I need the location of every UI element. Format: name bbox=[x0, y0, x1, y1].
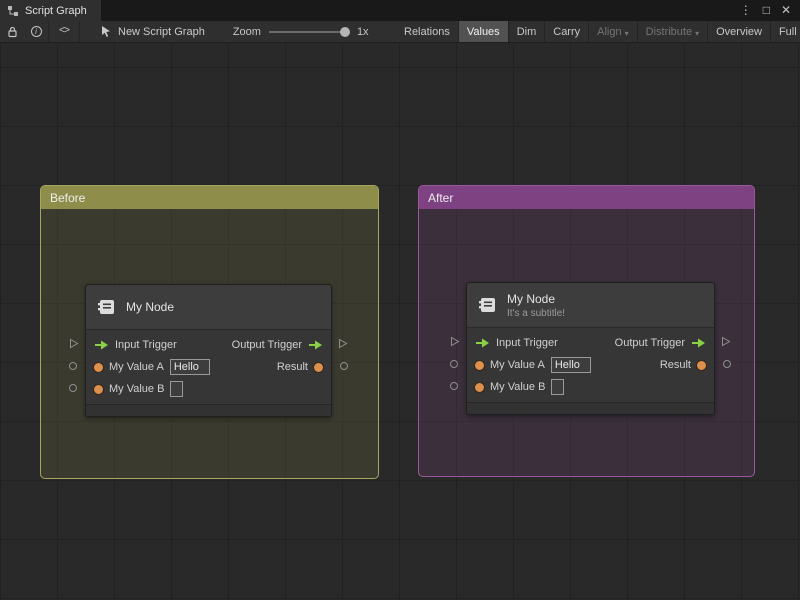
chevron-down-icon: ▾ bbox=[695, 28, 700, 38]
group-after-header[interactable]: After bbox=[419, 186, 754, 209]
value-port-icon[interactable] bbox=[94, 362, 103, 372]
external-value-port-right[interactable] bbox=[340, 362, 348, 370]
tab-bar: Script Graph ⋮ □ ✕ bbox=[0, 0, 800, 21]
port-row: My Value B bbox=[467, 376, 714, 398]
node-title: My Node bbox=[126, 300, 175, 314]
external-value-port-left[interactable] bbox=[69, 384, 77, 392]
node-footer bbox=[467, 402, 714, 414]
value-b-input[interactable] bbox=[170, 381, 184, 397]
port-label-output-trigger: Output Trigger bbox=[231, 339, 302, 351]
zoom-label: Zoom bbox=[232, 25, 261, 38]
node-subtitle: It's a subtitle! bbox=[507, 307, 566, 319]
tab-title: Script Graph bbox=[25, 4, 87, 17]
flow-out-arrow-icon[interactable] bbox=[691, 338, 706, 348]
node-my-node-after[interactable]: My Node It's a subtitle! Input Trigger O… bbox=[450, 282, 731, 415]
flow-out-arrow-icon[interactable] bbox=[308, 340, 323, 350]
value-a-input[interactable] bbox=[550, 357, 591, 373]
value-port-icon[interactable] bbox=[697, 360, 706, 370]
port-label-input-trigger: Input Trigger bbox=[115, 339, 177, 351]
external-trigger-port-right[interactable] bbox=[721, 336, 731, 347]
value-port-icon[interactable] bbox=[475, 360, 484, 370]
graph-canvas[interactable]: Before After My Node Input Trigger Outpu… bbox=[0, 43, 800, 600]
node-header[interactable]: My Node It's a subtitle! bbox=[467, 283, 714, 328]
external-value-port-left[interactable] bbox=[450, 360, 458, 368]
window-maximize-icon[interactable]: □ bbox=[763, 0, 770, 21]
lock-icon bbox=[7, 26, 17, 37]
group-before-header[interactable]: Before bbox=[41, 186, 378, 209]
window-close-icon[interactable]: ✕ bbox=[781, 0, 791, 21]
distribute-label: Distribute bbox=[645, 26, 693, 38]
flow-in-arrow-icon[interactable] bbox=[475, 338, 490, 348]
window-controls: ⋮ □ ✕ bbox=[740, 0, 800, 21]
external-value-port-right[interactable] bbox=[723, 360, 731, 368]
external-trigger-port-right[interactable] bbox=[338, 338, 348, 349]
port-row: Input Trigger Output Trigger bbox=[86, 334, 331, 356]
graph-selector[interactable]: New Script Graph bbox=[100, 25, 205, 38]
dim-button[interactable]: Dim bbox=[508, 21, 546, 42]
tab-script-graph[interactable]: Script Graph bbox=[0, 0, 101, 21]
align-label: Align bbox=[597, 26, 622, 38]
port-label-value-a: My Value A bbox=[490, 359, 545, 371]
group-after-title: After bbox=[428, 190, 454, 205]
zoom-value: 1x bbox=[356, 25, 369, 38]
value-b-input[interactable] bbox=[551, 379, 565, 395]
flow-in-arrow-icon[interactable] bbox=[94, 340, 109, 350]
values-button[interactable]: Values bbox=[458, 21, 509, 42]
port-label-output-trigger: Output Trigger bbox=[614, 337, 685, 349]
port-label-value-a: My Value A bbox=[109, 361, 164, 373]
value-port-icon[interactable] bbox=[475, 382, 484, 392]
port-row: My Value A Result bbox=[467, 354, 714, 376]
external-trigger-port-left[interactable] bbox=[450, 336, 460, 347]
distribute-button[interactable]: Distribute ▾ bbox=[637, 21, 709, 42]
node-header[interactable]: My Node bbox=[86, 285, 331, 330]
relations-button[interactable]: Relations bbox=[396, 21, 459, 42]
code-view-button[interactable]: <> bbox=[49, 21, 79, 42]
node-body: Input Trigger Output Trigger My Value A bbox=[86, 330, 331, 404]
lock-button[interactable] bbox=[0, 21, 24, 42]
info-button[interactable]: i bbox=[24, 21, 48, 42]
external-value-port-left[interactable] bbox=[69, 362, 77, 370]
graph-toolbar: i <> New Script Graph Zoom 1x Relations … bbox=[0, 21, 800, 43]
align-button[interactable]: Align ▾ bbox=[589, 21, 638, 42]
zoom-slider-handle[interactable] bbox=[339, 26, 350, 37]
unit-icon bbox=[479, 298, 495, 312]
carry-button[interactable]: Carry bbox=[545, 21, 590, 42]
chevron-down-icon: ▾ bbox=[624, 28, 629, 38]
toolbar-buttons: Relations Values Dim Carry Align ▾ Distr… bbox=[396, 21, 800, 42]
port-label-input-trigger: Input Trigger bbox=[496, 337, 558, 349]
port-label-value-b: My Value B bbox=[490, 381, 546, 393]
window-menu-icon[interactable]: ⋮ bbox=[740, 0, 752, 21]
overview-button[interactable]: Overview bbox=[708, 21, 771, 42]
graph-name: New Script Graph bbox=[118, 25, 205, 38]
node-footer bbox=[86, 404, 331, 416]
port-label-result: Result bbox=[276, 361, 308, 373]
port-label-result: Result bbox=[659, 359, 691, 371]
port-row: My Value A Result bbox=[86, 356, 331, 378]
value-a-input[interactable] bbox=[169, 359, 210, 375]
port-label-value-b: My Value B bbox=[109, 383, 165, 395]
external-trigger-port-left[interactable] bbox=[69, 338, 79, 349]
node-body: Input Trigger Output Trigger My Value A bbox=[467, 328, 714, 402]
graph-icon bbox=[8, 5, 18, 16]
node-title: My Node bbox=[507, 291, 556, 306]
graph-pointer-icon bbox=[102, 26, 110, 37]
fullscreen-button[interactable]: Full Scr bbox=[770, 21, 800, 42]
zoom-slider-track[interactable] bbox=[268, 30, 349, 33]
node-my-node-before[interactable]: My Node Input Trigger Output Trigger My … bbox=[69, 284, 348, 417]
toolbar-separator bbox=[79, 21, 80, 42]
unit-icon bbox=[98, 300, 114, 314]
external-value-port-left[interactable] bbox=[450, 382, 458, 390]
zoom-control: Zoom 1x bbox=[233, 26, 369, 38]
value-port-icon[interactable] bbox=[94, 384, 103, 394]
port-row: Input Trigger Output Trigger bbox=[467, 332, 714, 354]
zoom-slider[interactable] bbox=[268, 26, 350, 38]
value-port-icon[interactable] bbox=[314, 362, 323, 372]
port-row: My Value B bbox=[86, 378, 331, 400]
info-icon: i bbox=[30, 26, 42, 37]
group-before-title: Before bbox=[50, 190, 86, 205]
